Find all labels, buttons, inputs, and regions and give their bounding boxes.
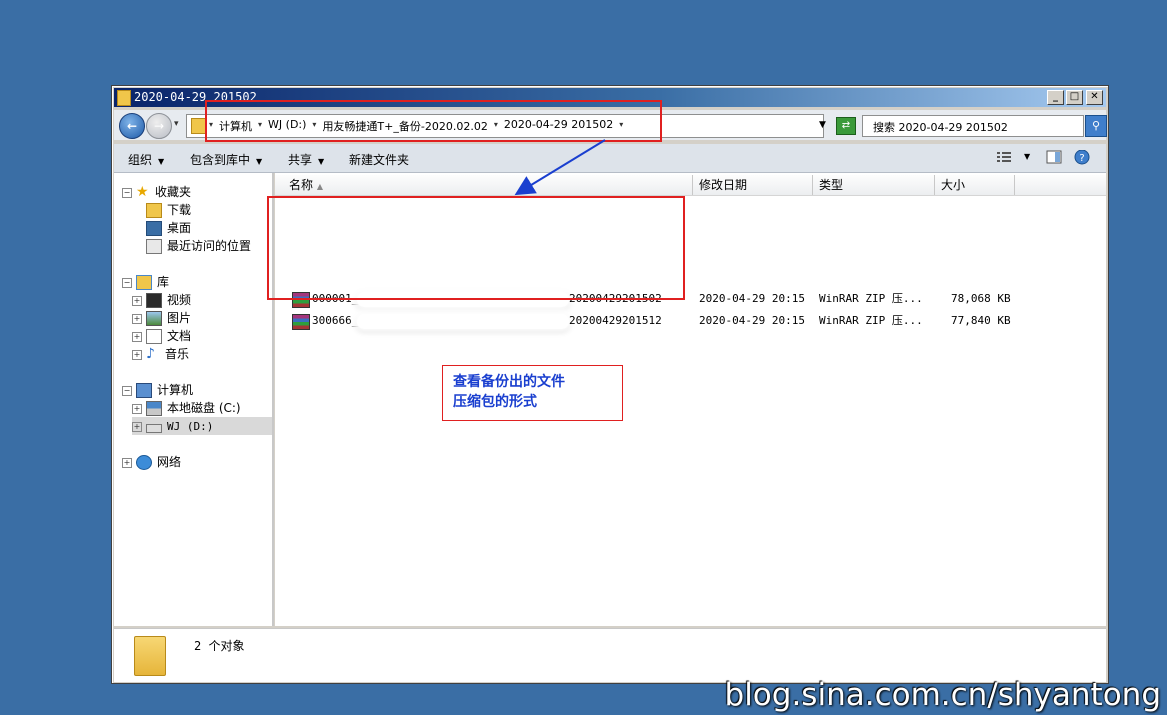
annotation-line-1: 查看备份出的文件 xyxy=(453,374,565,390)
annotation-arrow xyxy=(514,139,606,196)
annotation-note: 查看备份出的文件 压缩包的形式 xyxy=(442,365,623,421)
annotation-line-2: 压缩包的形式 xyxy=(453,394,537,410)
watermark: blog.sina.com.cn/shyantong xyxy=(724,677,1161,713)
